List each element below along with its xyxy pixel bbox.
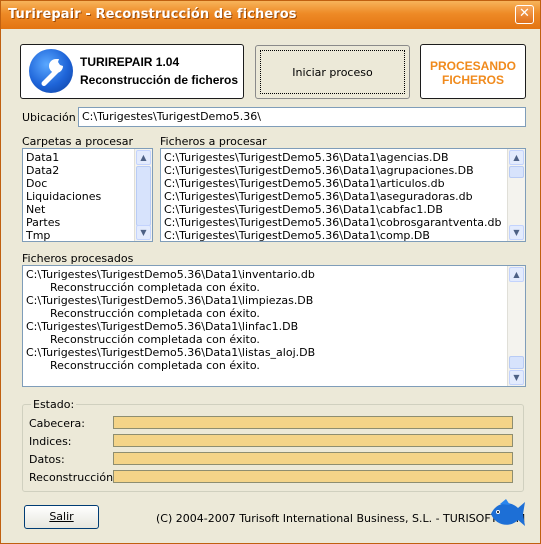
processed-rows: C:\Turigestes\TurigestDemo5.36\Data1\inv…: [26, 268, 315, 372]
window-title: Turirepair - Reconstrucción de ficheros: [8, 7, 297, 22]
header-progress-label: Cabecera:: [29, 417, 85, 430]
processed-scrollbar[interactable]: ▲ ▼: [507, 266, 525, 386]
data-progress-label: Datos:: [29, 453, 65, 466]
scroll-down-icon[interactable]: ▼: [509, 225, 524, 240]
scroll-thumb[interactable]: [509, 166, 524, 178]
scroll-up-icon[interactable]: ▲: [509, 267, 524, 282]
processing-status-panel: PROCESANDO FICHEROS: [420, 44, 526, 99]
folder-list-item[interactable]: Data2: [26, 164, 101, 177]
header-progress-bar: [113, 416, 513, 429]
processed-log-line[interactable]: Reconstrucción completada con éxito.: [26, 281, 315, 294]
file-list-item[interactable]: C:\Turigestes\TurigestDemo5.36\Data1\com…: [164, 229, 501, 241]
indices-progress-label: Indices:: [29, 435, 72, 448]
folder-list-item[interactable]: Partes: [26, 216, 101, 229]
exit-button[interactable]: Salir: [24, 505, 99, 529]
processed-log-line[interactable]: Reconstrucción completada con éxito.: [26, 307, 315, 320]
main-window: Turirepair - Reconstrucción de ficheros …: [0, 0, 541, 544]
files-rows: C:\Turigestes\TurigestDemo5.36\Data1\age…: [164, 151, 501, 241]
files-scrollbar[interactable]: ▲ ▼: [507, 149, 525, 241]
folder-list-item[interactable]: Tmp: [26, 229, 101, 241]
file-list-item[interactable]: C:\Turigestes\TurigestDemo5.36\Data1\cob…: [164, 216, 501, 229]
data-progress-bar: [113, 452, 513, 465]
app-name: TURIREPAIR 1.04: [80, 55, 180, 69]
exit-button-label: Salir: [49, 510, 74, 523]
folders-list[interactable]: Data1 Data2 Doc Liquidaciones Net Partes Tmp ▲…: [22, 148, 153, 242]
file-list-item[interactable]: C:\Turigestes\TurigestDemo5.36\Data1\agr…: [164, 164, 501, 177]
processed-log-line[interactable]: C:\Turigestes\TurigestDemo5.36\Data1\inv…: [26, 268, 315, 281]
app-logo-panel: TURIREPAIR 1.04 Reconstrucción de ficher…: [20, 44, 244, 99]
scroll-thumb[interactable]: [136, 166, 151, 226]
file-list-item[interactable]: C:\Turigestes\TurigestDemo5.36\Data1\cab…: [164, 203, 501, 216]
close-button[interactable]: ✕: [515, 5, 534, 24]
location-input[interactable]: C:\Turigestes\TurigestDemo5.36\: [78, 107, 526, 127]
rebuild-progress-bar: [113, 470, 513, 483]
location-label: Ubicación: [22, 111, 76, 124]
file-list-item[interactable]: C:\Turigestes\TurigestDemo5.36\Data1\art…: [164, 177, 501, 190]
start-process-label: Iniciar proceso: [292, 66, 373, 79]
wrench-icon: [41, 59, 63, 86]
rebuild-progress-label: Reconstrucción:: [29, 471, 117, 484]
processed-log[interactable]: C:\Turigestes\TurigestDemo5.36\Data1\inv…: [22, 265, 526, 387]
scroll-up-icon[interactable]: ▲: [509, 150, 524, 165]
fish-logo-icon: [491, 499, 525, 526]
scroll-down-icon[interactable]: ▼: [509, 370, 524, 385]
folders-rows: Data1 Data2 Doc Liquidaciones Net Partes Tmp: [26, 151, 101, 241]
title-bar[interactable]: Turirepair - Reconstrucción de ficheros …: [1, 1, 540, 29]
file-list-item[interactable]: C:\Turigestes\TurigestDemo5.36\Data1\age…: [164, 151, 501, 164]
scroll-up-icon[interactable]: ▲: [136, 150, 151, 165]
folder-list-item[interactable]: Net: [26, 203, 101, 216]
processed-log-line[interactable]: C:\Turigestes\TurigestDemo5.36\Data1\lim…: [26, 294, 315, 307]
app-subtitle: Reconstrucción de ficheros: [80, 73, 239, 87]
app-logo-icon: [29, 49, 73, 93]
folders-scrollbar[interactable]: ▲ ▼: [134, 149, 152, 241]
files-list[interactable]: C:\Turigestes\TurigestDemo5.36\Data1\age…: [160, 148, 526, 242]
processed-log-line[interactable]: C:\Turigestes\TurigestDemo5.36\Data1\lis…: [26, 346, 315, 359]
folder-list-item[interactable]: Data1: [26, 151, 101, 164]
status-line-1: PROCESANDO: [429, 59, 516, 73]
processed-log-line[interactable]: Reconstrucción completada con éxito.: [26, 333, 315, 346]
indices-progress-bar: [113, 434, 513, 447]
status-line-2: FICHEROS: [441, 73, 504, 87]
status-label: Estado:: [31, 398, 77, 411]
start-process-button[interactable]: Iniciar proceso: [255, 45, 410, 99]
scroll-down-icon[interactable]: ▼: [136, 225, 151, 240]
processing-status-text: PROCESANDO FICHEROS: [421, 59, 525, 87]
scroll-thumb[interactable]: [509, 356, 524, 369]
processed-label: Ficheros procesados: [22, 252, 134, 265]
processed-log-line[interactable]: C:\Turigestes\TurigestDemo5.36\Data1\lin…: [26, 320, 315, 333]
folders-label: Carpetas a procesar: [22, 135, 134, 148]
copyright-text: (C) 2004-2007 Turisoft International Bus…: [156, 512, 526, 525]
processed-log-line[interactable]: Reconstrucción completada con éxito.: [26, 359, 315, 372]
files-label: Ficheros a procesar: [160, 135, 267, 148]
file-list-item[interactable]: C:\Turigestes\TurigestDemo5.36\Data1\ase…: [164, 190, 501, 203]
folder-list-item[interactable]: Liquidaciones: [26, 190, 101, 203]
folder-list-item[interactable]: Doc: [26, 177, 101, 190]
